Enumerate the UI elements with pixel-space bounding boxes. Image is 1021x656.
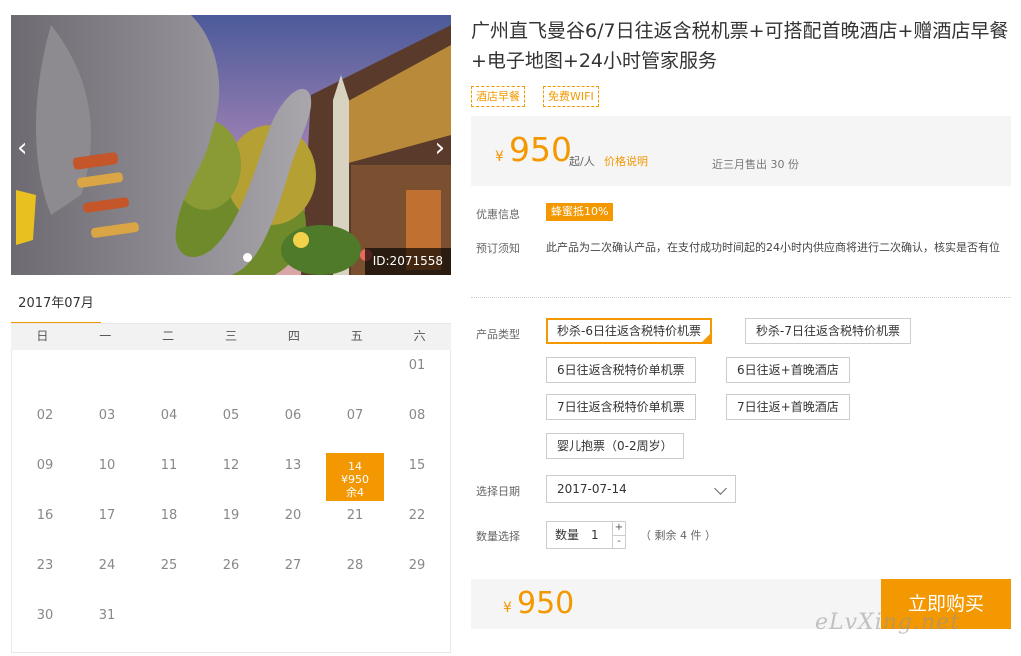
weekday-label: 六 xyxy=(413,329,426,343)
price-box: ¥ 950 起/人 价格说明 近三月售出 30 份 xyxy=(471,116,1011,186)
next-photo-icon[interactable]: › xyxy=(435,135,445,161)
date-select[interactable]: 2017-07-14 xyxy=(546,475,736,503)
product-type-option[interactable]: 婴儿抱票（0-2周岁） xyxy=(546,433,684,459)
calendar-day[interactable]: 11 xyxy=(140,458,198,473)
photo-illustration xyxy=(11,15,451,275)
date-label: 选择日期 xyxy=(476,485,520,498)
tag-wifi: 免费WIFI xyxy=(543,86,599,107)
quantity-remaining: （ 剩余 4 件 ） xyxy=(640,529,716,542)
product-title: 广州直飞曼谷6/7日往返含税机票+可搭配首晚酒店+赠酒店早餐+电子地图+24小时… xyxy=(471,20,1009,72)
calendar-day[interactable]: 05 xyxy=(202,408,260,423)
calendar-day-selected[interactable]: 14 ¥950 余4 xyxy=(326,453,384,501)
product-type-option[interactable]: 7日往返+首晚酒店 xyxy=(726,394,850,420)
calendar-day[interactable]: 26 xyxy=(202,558,260,573)
sold-count: 近三月售出 30 份 xyxy=(712,158,799,171)
weekday-label: 五 xyxy=(350,329,363,343)
calendar-day[interactable]: 18 xyxy=(140,508,198,523)
calendar-day[interactable]: 07 xyxy=(326,408,384,423)
notice-label: 预订须知 xyxy=(476,242,520,255)
calendar-day[interactable]: 06 xyxy=(264,408,322,423)
product-type-option[interactable]: 秒杀-6日往返含税特价机票 xyxy=(546,318,712,344)
section-divider xyxy=(471,297,1011,299)
price-value: 950 xyxy=(509,130,572,169)
promo-badge: 蜂蜜抵10% xyxy=(546,203,614,221)
calendar-day[interactable]: 10 xyxy=(78,458,136,473)
calendar-day[interactable]: 15 xyxy=(388,458,446,473)
product-type-option[interactable]: 6日往返+首晚酒店 xyxy=(726,357,850,383)
calendar-grid: 01 02 03 04 05 06 07 08 09 10 11 12 13 14 ¥950 余4 15 16 17… xyxy=(11,350,451,653)
calendar-day[interactable]: 27 xyxy=(264,558,322,573)
chevron-down-icon xyxy=(714,482,727,495)
selected-day-price: ¥950 xyxy=(341,473,369,486)
quantity-plus-button[interactable]: + xyxy=(612,522,625,535)
calendar-day[interactable]: 17 xyxy=(78,508,136,523)
product-type-option[interactable]: 7日往返含税特价单机票 xyxy=(546,394,696,420)
calendar-day[interactable]: 13 xyxy=(264,458,322,473)
date-value: 2017-07-14 xyxy=(557,482,627,496)
total-currency: ¥ xyxy=(503,600,512,616)
calendar-day[interactable]: 30 xyxy=(16,608,74,623)
weekday-label: 三 xyxy=(225,329,238,343)
quantity-label: 数量选择 xyxy=(476,530,520,543)
calendar-month: 2017年07月 xyxy=(11,290,101,325)
product-type-label: 产品类型 xyxy=(476,328,520,341)
calendar-day[interactable]: 23 xyxy=(16,558,74,573)
price-explain-link[interactable]: 价格说明 xyxy=(604,153,648,169)
calendar-day[interactable]: 22 xyxy=(388,508,446,523)
quantity-stepper[interactable]: 数量 1 + - xyxy=(546,521,626,549)
calendar-day[interactable]: 19 xyxy=(202,508,260,523)
calendar-weekday-header: 日一二三四五六 xyxy=(11,324,451,350)
photo-id-label: ID:2071558 xyxy=(364,248,451,275)
calendar-day[interactable]: 04 xyxy=(140,408,198,423)
selected-day-day: 14 xyxy=(348,460,362,473)
product-photo[interactable]: ‹ › ID:2071558 xyxy=(11,15,451,275)
prev-photo-icon[interactable]: ‹ xyxy=(17,135,27,161)
photo-dot-active[interactable] xyxy=(243,253,252,262)
calendar-day[interactable]: 28 xyxy=(326,558,384,573)
total-price: 950 xyxy=(517,586,575,621)
quantity-minus-button[interactable]: - xyxy=(612,535,625,549)
calendar-day[interactable]: 24 xyxy=(78,558,136,573)
weekday-label: 日 xyxy=(36,329,49,343)
calendar-day[interactable]: 16 xyxy=(16,508,74,523)
product-type-option[interactable]: 秒杀-7日往返含税特价机票 xyxy=(745,318,911,344)
calendar-day[interactable]: 08 xyxy=(388,408,446,423)
calendar-day[interactable]: 31 xyxy=(78,608,136,623)
weekday-label: 一 xyxy=(99,329,112,343)
price-currency: ¥ xyxy=(495,149,504,165)
product-type-option[interactable]: 6日往返含税特价单机票 xyxy=(546,357,696,383)
watermark: eLvXing.net xyxy=(815,610,961,635)
calendar-day[interactable]: 03 xyxy=(78,408,136,423)
calendar-day[interactable]: 09 xyxy=(16,458,74,473)
calendar-day[interactable]: 25 xyxy=(140,558,198,573)
calendar-day[interactable]: 21 xyxy=(326,508,384,523)
calendar-day[interactable]: 29 xyxy=(388,558,446,573)
quantity-value[interactable]: 1 xyxy=(591,522,599,548)
quantity-inner-label: 数量 xyxy=(555,528,580,542)
weekday-label: 二 xyxy=(162,329,175,343)
calendar-day[interactable]: 01 xyxy=(388,358,446,373)
selected-day-stock: 余4 xyxy=(346,486,364,499)
price-unit: 起/人 xyxy=(569,155,595,168)
tag-breakfast: 酒店早餐 xyxy=(471,86,525,107)
calendar-day[interactable]: 12 xyxy=(202,458,260,473)
weekday-label: 四 xyxy=(287,329,300,343)
calendar-day[interactable]: 02 xyxy=(16,408,74,423)
calendar-day[interactable]: 20 xyxy=(264,508,322,523)
notice-text: 此产品为二次确认产品，在支付成功时间起的24小时内供应商将进行二次确认，核实是否… xyxy=(546,241,1000,254)
promo-label: 优惠信息 xyxy=(476,208,520,221)
